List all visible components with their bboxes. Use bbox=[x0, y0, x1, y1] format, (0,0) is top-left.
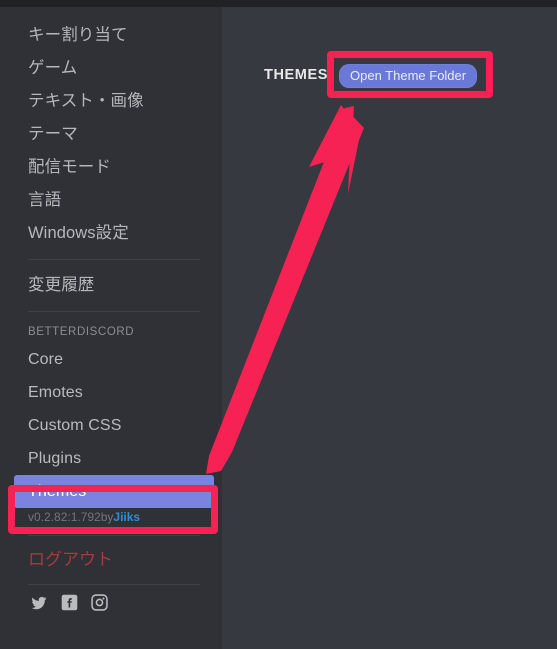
sidebar-item-custom-css[interactable]: Custom CSS bbox=[0, 409, 222, 442]
sidebar-divider-2 bbox=[28, 311, 200, 312]
sidebar-item-text-images[interactable]: テキスト・画像 bbox=[0, 85, 222, 118]
betterdiscord-version: v0.2.82:1.792byJiiks bbox=[0, 508, 222, 526]
page-title: THEMES bbox=[264, 67, 329, 83]
version-string: v0.2.82:1.792by bbox=[28, 510, 114, 524]
sidebar-item-plugins[interactable]: Plugins bbox=[0, 442, 222, 475]
sidebar-divider-3 bbox=[28, 535, 200, 536]
sidebar-item-streamer-mode[interactable]: 配信モード bbox=[0, 151, 222, 184]
social-links[interactable] bbox=[0, 594, 222, 616]
facebook-icon[interactable] bbox=[61, 594, 78, 616]
sidebar-item-voice[interactable]: 音声 bbox=[0, 7, 222, 11]
open-theme-folder-button[interactable]: Open Theme Folder bbox=[339, 64, 478, 88]
instagram-icon[interactable] bbox=[91, 594, 108, 616]
sidebar-item-windows-settings[interactable]: Windows設定 bbox=[0, 217, 222, 250]
sidebar-item-keybinds[interactable]: キー割り当て bbox=[0, 19, 222, 52]
sidebar-item-changelog[interactable]: 変更履歴 bbox=[0, 269, 222, 302]
settings-sidebar[interactable]: 音声 キー割り当て ゲーム テキスト・画像 テーマ 配信モード 言語 Windo… bbox=[0, 7, 222, 649]
sidebar-item-emotes[interactable]: Emotes bbox=[0, 376, 222, 409]
sidebar-item-themes[interactable]: Themes bbox=[14, 475, 214, 508]
sidebar-item-language[interactable]: 言語 bbox=[0, 184, 222, 217]
version-author: Jiiks bbox=[113, 510, 141, 524]
twitter-icon[interactable] bbox=[30, 595, 48, 616]
sidebar-divider-4 bbox=[28, 584, 200, 585]
sidebar-item-appearance[interactable]: テーマ bbox=[0, 118, 222, 151]
window-title-strip bbox=[0, 0, 557, 7]
sidebar-item-games[interactable]: ゲーム bbox=[0, 52, 222, 85]
logout-button[interactable]: ログアウト bbox=[0, 545, 222, 575]
sidebar-divider-1 bbox=[28, 259, 200, 260]
sidebar-item-core[interactable]: Core bbox=[0, 343, 222, 376]
sidebar-section-betterdiscord: BETTERDISCORD bbox=[28, 326, 135, 338]
themes-settings-panel: THEMES Open Theme Folder bbox=[222, 7, 557, 649]
